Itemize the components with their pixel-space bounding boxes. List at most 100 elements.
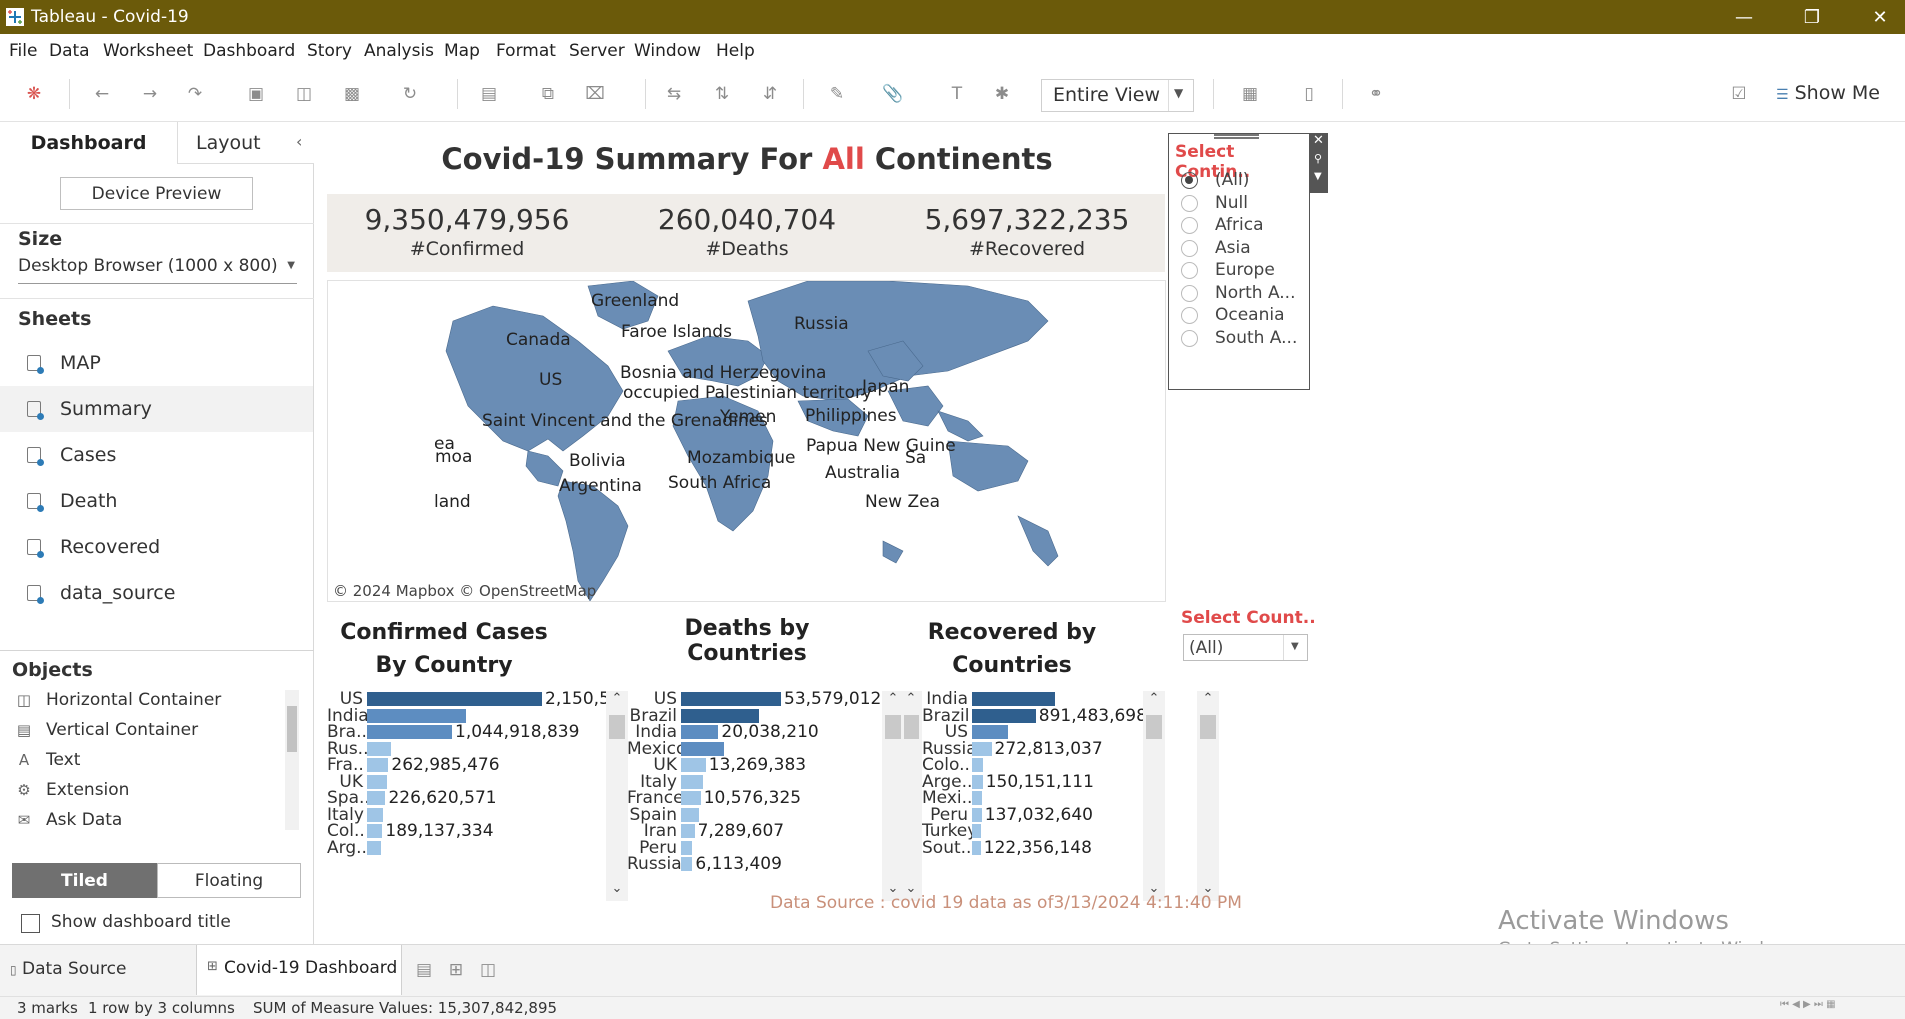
size-dropdown[interactable]: Desktop Browser (1000 x 800) ▼ <box>18 256 297 284</box>
bar-mark[interactable] <box>367 807 384 822</box>
sort-ascending-icon[interactable]: ⇅ <box>710 82 734 106</box>
view-mode-dropdown[interactable]: Entire View ▼ <box>1041 79 1194 112</box>
radio-button[interactable] <box>1181 171 1198 189</box>
chevron-up-icon[interactable]: ⌃ <box>1197 691 1219 706</box>
chevron-up-icon[interactable]: ⌃ <box>882 691 904 706</box>
scroll-thumb[interactable] <box>903 715 919 739</box>
country-filter-dropdown[interactable]: (All) ▼ <box>1183 634 1308 661</box>
bar-mark[interactable] <box>681 857 693 871</box>
duplicate-icon[interactable]: ⧉ <box>536 82 560 106</box>
sort-descending-icon[interactable]: ⇵ <box>758 82 782 106</box>
new-datasource-icon[interactable]: ◫ <box>292 82 316 106</box>
radio-button[interactable] <box>1181 306 1198 324</box>
bar-mark[interactable] <box>681 791 701 805</box>
new-worksheet-icon[interactable]: ▤ <box>477 82 501 106</box>
radio-option[interactable]: Null <box>1181 193 1248 213</box>
pin-icon[interactable]: ✱ <box>990 82 1014 106</box>
show-cards-icon[interactable]: ▦ <box>1238 82 1262 106</box>
bar-mark[interactable] <box>972 708 1036 723</box>
menu-server[interactable]: Server <box>569 41 625 61</box>
undo-icon[interactable]: ← <box>90 82 114 106</box>
bar-mark[interactable] <box>681 840 693 855</box>
new-worksheet-icon[interactable]: ▤ <box>412 958 436 982</box>
sheet-item-summary[interactable]: Summary <box>0 386 313 432</box>
format-painter-icon[interactable]: ☑ <box>1727 82 1751 106</box>
bar-mark[interactable] <box>367 692 542 706</box>
presentation-mode-icon[interactable]: ▯ <box>1297 82 1321 106</box>
radio-button[interactable] <box>1181 239 1198 257</box>
label-icon[interactable]: T <box>945 82 969 106</box>
bar-mark[interactable] <box>972 807 982 822</box>
drag-handle-icon[interactable] <box>1214 134 1259 139</box>
radio-button[interactable] <box>1181 194 1198 212</box>
sheet-item-recovered[interactable]: Recovered <box>0 524 313 570</box>
objects-scrollbar[interactable] <box>285 690 299 830</box>
bar-mark[interactable] <box>367 824 383 838</box>
radio-button[interactable] <box>1181 261 1198 279</box>
sheet-item-cases[interactable]: Cases <box>0 432 313 478</box>
scroll-thumb[interactable] <box>885 715 901 739</box>
menu-data[interactable]: Data <box>49 41 90 61</box>
deaths-scrollbar[interactable]: ⌃ ⌄ <box>882 691 904 901</box>
bar-mark[interactable] <box>972 692 1055 706</box>
radio-button[interactable] <box>1181 216 1198 234</box>
minimize-button[interactable]: — <box>1710 0 1778 34</box>
radio-option[interactable]: Oceania <box>1181 305 1285 325</box>
group-icon[interactable]: 📎 <box>881 82 905 106</box>
object-text[interactable]: A Text <box>14 745 81 775</box>
sheet-item-map[interactable]: MAP <box>0 340 313 386</box>
highlight-icon[interactable]: ✎ <box>825 82 849 106</box>
radio-option[interactable]: (All) <box>1181 170 1249 190</box>
bar-mark[interactable] <box>367 840 381 855</box>
bar-mark[interactable] <box>681 774 704 789</box>
close-icon[interactable]: ✕ <box>1313 133 1324 148</box>
bar-mark[interactable] <box>972 791 983 805</box>
restore-button[interactable]: ❐ <box>1778 0 1846 34</box>
menu-help[interactable]: Help <box>716 41 755 61</box>
bar-mark[interactable] <box>972 741 992 756</box>
radio-option[interactable]: North A... <box>1181 283 1296 303</box>
new-story-icon[interactable]: ◫ <box>476 958 500 982</box>
tab-layout[interactable]: Layout ‹ <box>177 122 314 164</box>
collapse-icon[interactable]: ‹ <box>296 132 302 151</box>
bar-mark[interactable] <box>367 741 392 756</box>
bar-mark[interactable] <box>972 774 983 789</box>
scroll-thumb[interactable] <box>1146 715 1162 739</box>
bar-mark[interactable] <box>972 758 984 772</box>
menu-map[interactable]: Map <box>444 41 480 61</box>
chevron-up-icon[interactable]: ⌃ <box>1143 691 1165 706</box>
bar-mark[interactable] <box>681 692 781 706</box>
radio-option[interactable]: South A... <box>1181 328 1297 348</box>
chevron-down-icon[interactable]: ▼ <box>1314 171 1322 182</box>
tab-data-source[interactable]: ▯ Data Source <box>10 959 126 979</box>
pause-updates-icon[interactable]: ▩ <box>340 82 364 106</box>
bar-mark[interactable] <box>972 840 981 855</box>
tiled-toggle[interactable]: Tiled <box>12 863 157 898</box>
bar-mark[interactable] <box>367 725 453 739</box>
bar-mark[interactable] <box>972 824 982 838</box>
recovered-scrollbar[interactable]: ⌃ ⌄ <box>1143 691 1165 901</box>
menu-story[interactable]: Story <box>307 41 352 61</box>
bar-mark[interactable] <box>367 791 386 805</box>
tab-covid-dashboard[interactable]: ⊞ Covid-19 Dashboard <box>196 945 402 995</box>
radio-option[interactable]: Asia <box>1181 238 1251 258</box>
sheet-item-death[interactable]: Death <box>0 478 313 524</box>
radio-option[interactable]: Europe <box>1181 260 1275 280</box>
bar-mark[interactable] <box>367 774 387 789</box>
menu-analysis[interactable]: Analysis <box>364 41 434 61</box>
menu-window[interactable]: Window <box>634 41 701 61</box>
device-preview-button[interactable]: Device Preview <box>60 177 253 210</box>
object-vertical-container[interactable]: ▤ Vertical Container <box>14 715 198 745</box>
bar-mark[interactable] <box>681 725 719 739</box>
radio-option[interactable]: Africa <box>1181 215 1264 235</box>
share-icon[interactable]: ⚭ <box>1364 82 1388 106</box>
bar-mark[interactable] <box>972 725 1008 739</box>
menu-file[interactable]: File <box>9 41 37 61</box>
confirmed-scrollbar[interactable]: ⌃ ⌄ <box>606 691 628 901</box>
show-me-button[interactable]: ☰ Show Me <box>1776 82 1880 104</box>
save-icon[interactable]: ▣ <box>244 82 268 106</box>
scroll-thumb[interactable] <box>1200 715 1216 739</box>
chevron-up-icon[interactable]: ⌃ <box>606 691 628 706</box>
menu-worksheet[interactable]: Worksheet <box>103 41 193 61</box>
object-ask-data[interactable]: ✉ Ask Data <box>14 805 123 835</box>
